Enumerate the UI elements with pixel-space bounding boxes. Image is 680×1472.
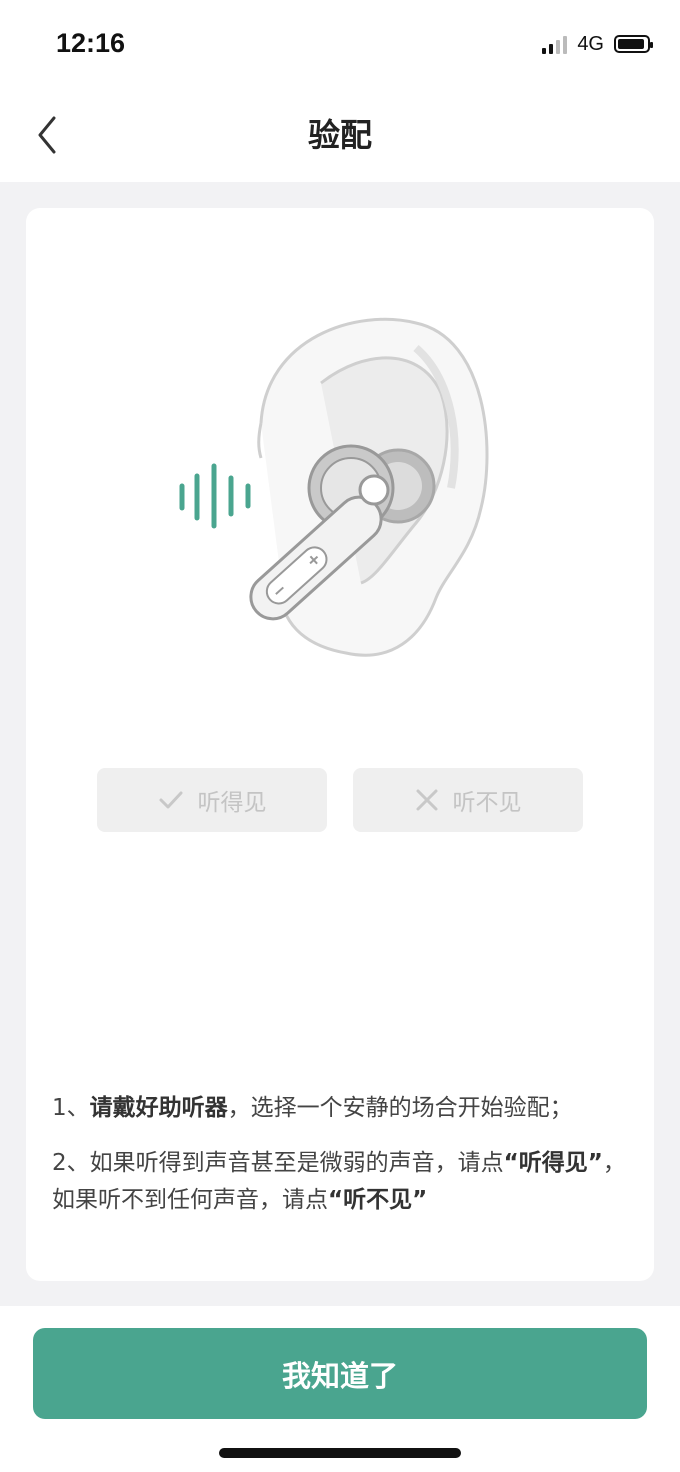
network-type: 4G	[577, 32, 604, 55]
cannot-hear-label: 听不见	[452, 790, 522, 816]
nav-bar: 验配	[0, 90, 680, 182]
status-time: 12:16	[56, 28, 126, 58]
instruction-step-2: 2、如果听得到声音甚至是微弱的声音，请点“听得见”，如果听不到任何声音，请点“听…	[52, 1150, 626, 1213]
battery-icon	[614, 35, 653, 53]
signal-icon	[542, 34, 568, 54]
close-icon	[416, 789, 437, 811]
confirm-button[interactable]: 我知道了	[33, 1328, 647, 1419]
bottom-action-area: 我知道了	[0, 1306, 680, 1472]
hear-label: 听得见	[197, 790, 267, 816]
cannot-hear-button[interactable]: 听不见	[353, 768, 583, 832]
sound-wave-icon	[179, 463, 251, 529]
status-bar: 12:16 4G	[0, 0, 680, 90]
instructions: 1、请戴好助听器，选择一个安静的场合开始验配； 2、如果听得到声音甚至是微弱的声…	[52, 1090, 626, 1237]
status-indicators: 4G	[542, 30, 653, 58]
page-title: 验配	[307, 116, 372, 154]
hear-button[interactable]: 听得见	[97, 768, 327, 832]
home-indicator[interactable]	[219, 1448, 461, 1458]
instruction-step-1: 1、请戴好助听器，选择一个安静的场合开始验配；	[52, 1095, 573, 1121]
ear-earbud-icon	[179, 317, 489, 657]
check-icon	[159, 791, 182, 809]
fitting-card: 听得见 听不见 1、请戴好助听器，选择一个安静的场合开始验配； 2、如果听得到声…	[26, 208, 654, 1281]
